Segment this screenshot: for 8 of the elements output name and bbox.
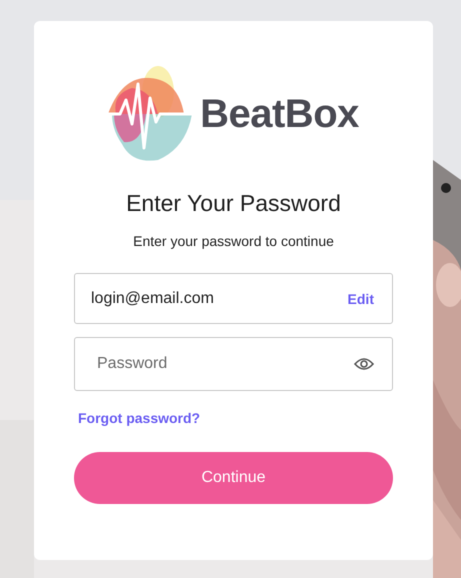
logo-text: BeatBox bbox=[200, 92, 359, 136]
edit-link[interactable]: Edit bbox=[348, 290, 374, 306]
subtitle: Enter your password to continue bbox=[133, 233, 334, 249]
continue-button[interactable]: Continue bbox=[74, 452, 393, 504]
forgot-password-link[interactable]: Forgot password? bbox=[78, 410, 200, 426]
password-field[interactable]: Password bbox=[74, 337, 393, 391]
eye-icon[interactable] bbox=[354, 357, 374, 371]
page-title: Enter Your Password bbox=[126, 190, 341, 217]
